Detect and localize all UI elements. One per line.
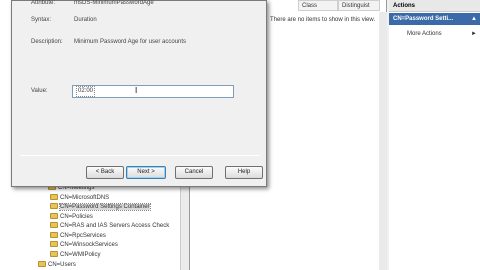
folder-icon — [38, 261, 46, 268]
more-actions-label: More Actions — [407, 31, 442, 37]
dialog-separator — [20, 155, 260, 156]
tree-item-microsoftdns[interactable]: CN=MicrosoftDNS — [50, 194, 109, 203]
actions-section-label: CN=Password Setti... — [393, 16, 454, 22]
description-value: Minimum Password Age for user accounts — [74, 39, 187, 45]
folder-icon — [50, 232, 58, 239]
tree-item-ras-ias[interactable]: CN=RAS and IAS Servers Access Check — [50, 222, 169, 231]
attribute-label: Attribute: — [31, 0, 56, 6]
value-label: Value: — [31, 88, 48, 94]
list-scrollbar[interactable] — [379, 12, 387, 270]
column-header-class[interactable]: Class — [298, 0, 338, 11]
empty-list-message: There are no items to show in this view. — [270, 17, 376, 23]
description-label: Description: — [31, 39, 63, 45]
more-actions-item[interactable]: More Actions ► — [407, 29, 477, 39]
back-button[interactable]: < Back — [86, 166, 124, 179]
actions-section-header[interactable]: CN=Password Setti... ▲ — [389, 13, 480, 25]
cancel-button[interactable]: Cancel — [175, 166, 213, 179]
attribute-value: msDS-MinimumPasswordAge — [74, 0, 154, 6]
submenu-arrow-icon: ► — [471, 31, 477, 37]
column-header-distinguished[interactable]: Distinguist — [338, 0, 380, 11]
actions-pane: Actions CN=Password Setti... ▲ More Acti… — [389, 0, 480, 270]
syntax-label: Syntax: — [31, 17, 52, 23]
tree-item-rpcservices[interactable]: CN=RpcServices — [50, 232, 106, 241]
tree-item-password-settings-container[interactable]: CN=Password Settings Container — [50, 203, 151, 212]
value-input[interactable]: 02:00 — [72, 85, 234, 98]
create-object-dialog: Attribute: msDS-MinimumPasswordAge Synta… — [11, 0, 267, 187]
tree-item-users[interactable]: CN=Users — [38, 261, 76, 270]
tree-scrollbar[interactable] — [180, 185, 189, 270]
folder-icon — [50, 194, 58, 201]
folder-icon — [50, 203, 58, 210]
folder-icon — [50, 213, 58, 220]
folder-icon — [50, 251, 58, 258]
value-text: 02:00 — [76, 86, 96, 97]
collapse-arrow-icon[interactable]: ▲ — [471, 13, 477, 25]
tree-item-winsockservices[interactable]: CN=WinsockServices — [50, 241, 118, 250]
tree-item-policies[interactable]: CN=Policies — [50, 213, 93, 222]
next-button[interactable]: Next > — [126, 166, 166, 179]
actions-title: Actions — [389, 0, 480, 12]
folder-icon — [50, 222, 58, 229]
text-cursor-icon: I — [135, 86, 138, 95]
folder-icon — [50, 241, 58, 248]
syntax-value: Duration — [74, 17, 97, 23]
help-button[interactable]: Help — [225, 166, 263, 179]
tree-item-wmipolicy[interactable]: CN=WMIPolicy — [50, 251, 101, 260]
